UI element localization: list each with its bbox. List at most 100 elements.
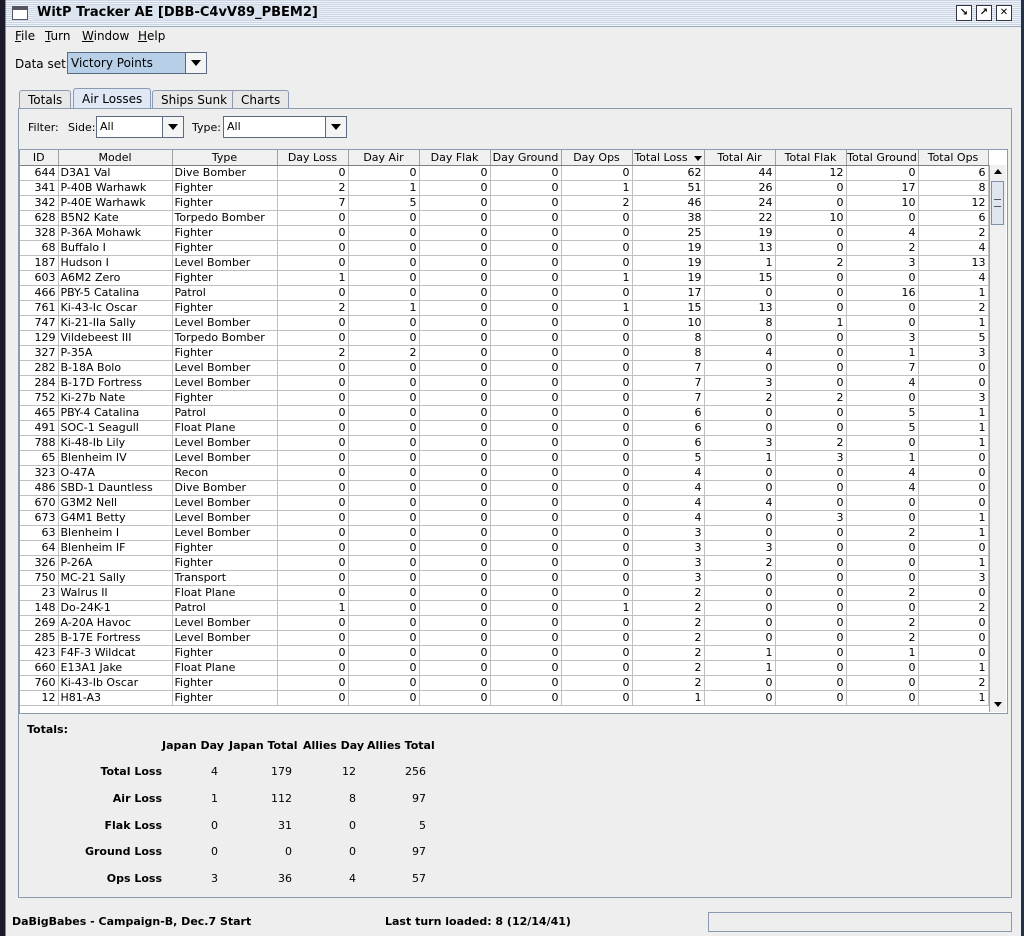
table-row[interactable]: 64 Blenheim IF Fighter 0 0 0 0 0 3 3 0 0 0: [20, 540, 989, 556]
menu-file[interactable]: File: [15, 29, 35, 43]
column-header-day-air[interactable]: Day Air: [348, 150, 420, 166]
table-row[interactable]: 148 Do-24K-1 Patrol 1 0 0 0 1 2 0 0 0 2: [20, 600, 989, 616]
tab-totals[interactable]: Totals: [19, 90, 72, 109]
type-filter-select[interactable]: All: [223, 116, 347, 138]
table-cell-day-ops: 0: [561, 645, 633, 661]
table-cell-id: 129: [20, 330, 59, 346]
table-cell-id: 486: [20, 480, 59, 496]
title-bar[interactable]: WitP Tracker AE [DBB-C4vV89_PBEM2] ↘ ↗ ✕: [6, 0, 1021, 27]
table-row[interactable]: 342 P-40E Warhawk Fighter 7 5 0 0 2 46 24 0 10 12: [20, 195, 989, 211]
table-cell-type: Fighter: [172, 390, 278, 406]
table-cell-total-ops: 3: [918, 345, 989, 361]
table-row[interactable]: 750 MC-21 Sally Transport 0 0 0 0 0 3 0 0 0 3: [20, 570, 989, 586]
status-progress-box: [708, 912, 1012, 932]
tab-charts[interactable]: Charts: [232, 90, 290, 109]
table-row[interactable]: 486 SBD-1 Dauntless Dive Bomber 0 0 0 0 0 4 0 0 4 0: [20, 480, 989, 496]
table-row[interactable]: 670 G3M2 Nell Level Bomber 0 0 0 0 0 4 4 0 0 0: [20, 495, 989, 511]
table-row[interactable]: 788 Ki-48-Ib Lily Level Bomber 0 0 0 0 0 6 3 2 0 1: [20, 435, 989, 451]
table-row[interactable]: 323 O-47A Recon 0 0 0 0 0 4 0 0 4 0: [20, 465, 989, 481]
column-header-id[interactable]: ID: [20, 150, 59, 166]
table-row[interactable]: 129 Vildebeest III Torpedo Bomber 0 0 0 0 0 8 0 0 3…: [20, 330, 989, 346]
table-row[interactable]: 23 Walrus II Float Plane 0 0 0 0 0 2 0 0 2 0: [20, 585, 989, 601]
table-row[interactable]: 761 Ki-43-Ic Oscar Fighter 2 1 0 0 1 15 13 0 0 2: [20, 300, 989, 316]
column-header-day-ground[interactable]: Day Ground: [490, 150, 562, 166]
tab-ships-sunk[interactable]: Ships Sunk: [152, 90, 237, 109]
table-row[interactable]: 285 B-17E Fortress Level Bomber 0 0 0 0 0 2 0 0 2 0: [20, 630, 989, 646]
table-cell-total-flak: 0: [775, 615, 847, 631]
dataset-select[interactable]: Victory Points: [67, 52, 207, 74]
table-cell-day-loss: 0: [277, 465, 349, 481]
table-cell-id: 285: [20, 630, 59, 646]
table-cell-total-ground: 0: [846, 270, 919, 286]
table-row[interactable]: 12 H81-A3 Fighter 0 0 0 0 0 1 0 0 0 1: [20, 690, 989, 706]
column-header-total-flak[interactable]: Total Flak: [775, 150, 847, 166]
column-header-model[interactable]: Model: [58, 150, 173, 166]
column-header-total-ops[interactable]: Total Ops: [918, 150, 989, 166]
totals-value: 8: [349, 791, 356, 805]
table-row[interactable]: 327 P-35A Fighter 2 2 0 0 0 8 4 0 1 3: [20, 345, 989, 361]
totals-row-label: Flak Loss: [104, 818, 162, 832]
table-cell-total-ground: 5: [846, 420, 919, 436]
table-cell-total-ops: 0: [918, 495, 989, 511]
table-row[interactable]: 63 Blenheim I Level Bomber 0 0 0 0 0 3 0 0 2 1: [20, 525, 989, 541]
column-header-total-air[interactable]: Total Air: [704, 150, 776, 166]
minimize-icon[interactable]: ↘: [956, 5, 972, 21]
table-cell-total-flak: 10: [775, 210, 847, 226]
close-icon[interactable]: ✕: [996, 5, 1012, 21]
table-row[interactable]: 760 Ki-43-Ib Oscar Fighter 0 0 0 0 0 2 0 0 0 2: [20, 675, 989, 691]
table-row[interactable]: 187 Hudson I Level Bomber 0 0 0 0 0 19 1 2 3 13: [20, 255, 989, 271]
column-header-day-ops[interactable]: Day Ops: [561, 150, 633, 166]
table-row[interactable]: 752 Ki-27b Nate Fighter 0 0 0 0 0 7 2 2 0 3: [20, 390, 989, 406]
scroll-up-arrow-icon[interactable]: [990, 165, 1006, 179]
window-title: WitP Tracker AE [DBB-C4vV89_PBEM2]: [34, 5, 321, 20]
table-cell-id: 491: [20, 420, 59, 436]
table-row[interactable]: 65 Blenheim IV Level Bomber 0 0 0 0 0 5 1 3 1 0: [20, 450, 989, 466]
column-header-total-ground[interactable]: Total Ground: [846, 150, 919, 166]
scrollbar-thumb[interactable]: [991, 181, 1004, 225]
table-cell-model: B5N2 Kate: [58, 210, 173, 226]
menu-window[interactable]: Window: [82, 29, 129, 43]
menu-turn[interactable]: Turn: [45, 29, 70, 43]
column-header-total-loss[interactable]: Total Loss: [632, 150, 705, 166]
table-cell-day-air: 0: [348, 555, 420, 571]
table-row[interactable]: 465 PBY-4 Catalina Patrol 0 0 0 0 0 6 0 0 5 1: [20, 405, 989, 421]
table-row[interactable]: 341 P-40B Warhawk Fighter 2 1 0 0 1 51 26 0 17 8: [20, 180, 989, 196]
table-cell-total-air: 2: [704, 390, 776, 406]
table-row[interactable]: 660 E13A1 Jake Float Plane 0 0 0 0 0 2 1 0 0 1: [20, 660, 989, 676]
table-row[interactable]: 466 PBY-5 Catalina Patrol 0 0 0 0 0 17 0 0 16 1: [20, 285, 989, 301]
chevron-down-icon[interactable]: [325, 117, 346, 137]
chevron-down-icon[interactable]: [185, 53, 206, 73]
maximize-icon[interactable]: ↗: [976, 5, 992, 21]
column-header-day-flak[interactable]: Day Flak: [419, 150, 491, 166]
table-cell-day-loss: 1: [277, 270, 349, 286]
side-filter-select[interactable]: All: [96, 116, 184, 138]
table-row[interactable]: 673 G4M1 Betty Level Bomber 0 0 0 0 0 4 0 3 0 1: [20, 510, 989, 526]
table-cell-total-ops: 2: [918, 225, 989, 241]
column-header-type[interactable]: Type: [172, 150, 278, 166]
table-cell-day-flak: 0: [419, 315, 491, 331]
table-cell-type: Transport: [172, 570, 278, 586]
table-row[interactable]: 328 P-36A Mohawk Fighter 0 0 0 0 0 25 19 0 4 2: [20, 225, 989, 241]
table-row[interactable]: 628 B5N2 Kate Torpedo Bomber 0 0 0 0 0 38 22 10 0 6: [20, 210, 989, 226]
table-row[interactable]: 644 D3A1 Val Dive Bomber 0 0 0 0 0 62 44 12 0 6: [20, 165, 989, 181]
scroll-down-arrow-icon[interactable]: [990, 698, 1006, 712]
table-row[interactable]: 747 Ki-21-IIa Sally Level Bomber 0 0 0 0 0 10 8 1 0…: [20, 315, 989, 331]
table-row[interactable]: 326 P-26A Fighter 0 0 0 0 0 3 2 0 0 1: [20, 555, 989, 571]
table-vertical-scrollbar[interactable]: [989, 165, 1006, 712]
table-row[interactable]: 284 B-17D Fortress Level Bomber 0 0 0 0 0 7 3 0 4 0: [20, 375, 989, 391]
table-row[interactable]: 491 SOC-1 Seagull Float Plane 0 0 0 0 0 6 0 0 5 1: [20, 420, 989, 436]
menu-help[interactable]: Help: [138, 29, 165, 43]
table-cell-type: Level Bomber: [172, 450, 278, 466]
table-row[interactable]: 423 F4F-3 Wildcat Fighter 0 0 0 0 0 2 1 0 1 0: [20, 645, 989, 661]
column-header-label: Total Air: [717, 151, 762, 164]
table-cell-day-flak: 0: [419, 570, 491, 586]
table-cell-id: 670: [20, 495, 59, 511]
table-row[interactable]: 603 A6M2 Zero Fighter 1 0 0 0 1 19 15 0 0 4: [20, 270, 989, 286]
tab-air-losses[interactable]: Air Losses: [73, 88, 152, 109]
table-cell-total-ground: 0: [846, 300, 919, 316]
table-row[interactable]: 269 A-20A Havoc Level Bomber 0 0 0 0 0 2 0 0 2 0: [20, 615, 989, 631]
table-row[interactable]: 282 B-18A Bolo Level Bomber 0 0 0 0 0 7 0 0 7 0: [20, 360, 989, 376]
column-header-day-loss[interactable]: Day Loss: [277, 150, 349, 166]
chevron-down-icon[interactable]: [162, 117, 183, 137]
table-row[interactable]: 68 Buffalo I Fighter 0 0 0 0 0 19 13 0 2 4: [20, 240, 989, 256]
